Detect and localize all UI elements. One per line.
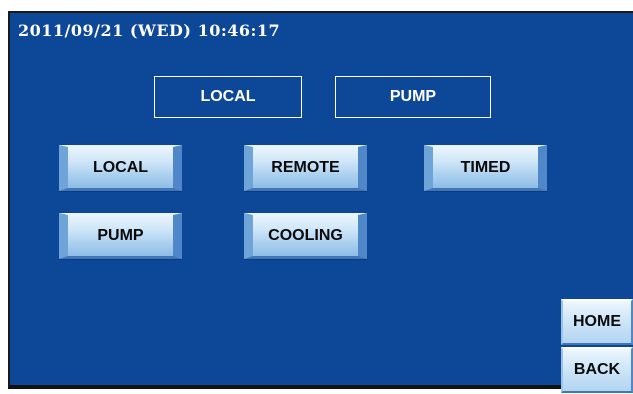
timed-button[interactable]: TIMED: [424, 145, 547, 191]
device-status-display: PUMP: [335, 76, 491, 118]
hmi-screen: 2011/09/21 (WED) 10:46:17 LOCAL PUMP LOC…: [0, 0, 633, 394]
local-button[interactable]: LOCAL: [59, 145, 182, 191]
pump-button[interactable]: PUMP: [59, 213, 182, 259]
cooling-button[interactable]: COOLING: [244, 213, 367, 259]
back-button[interactable]: BACK: [561, 347, 633, 393]
date-time-display: 2011/09/21 (WED) 10:46:17: [18, 21, 281, 40]
remote-button[interactable]: REMOTE: [244, 145, 367, 191]
mode-status-display: LOCAL: [154, 76, 302, 118]
home-button[interactable]: HOME: [561, 299, 633, 345]
control-panel: [8, 11, 633, 389]
